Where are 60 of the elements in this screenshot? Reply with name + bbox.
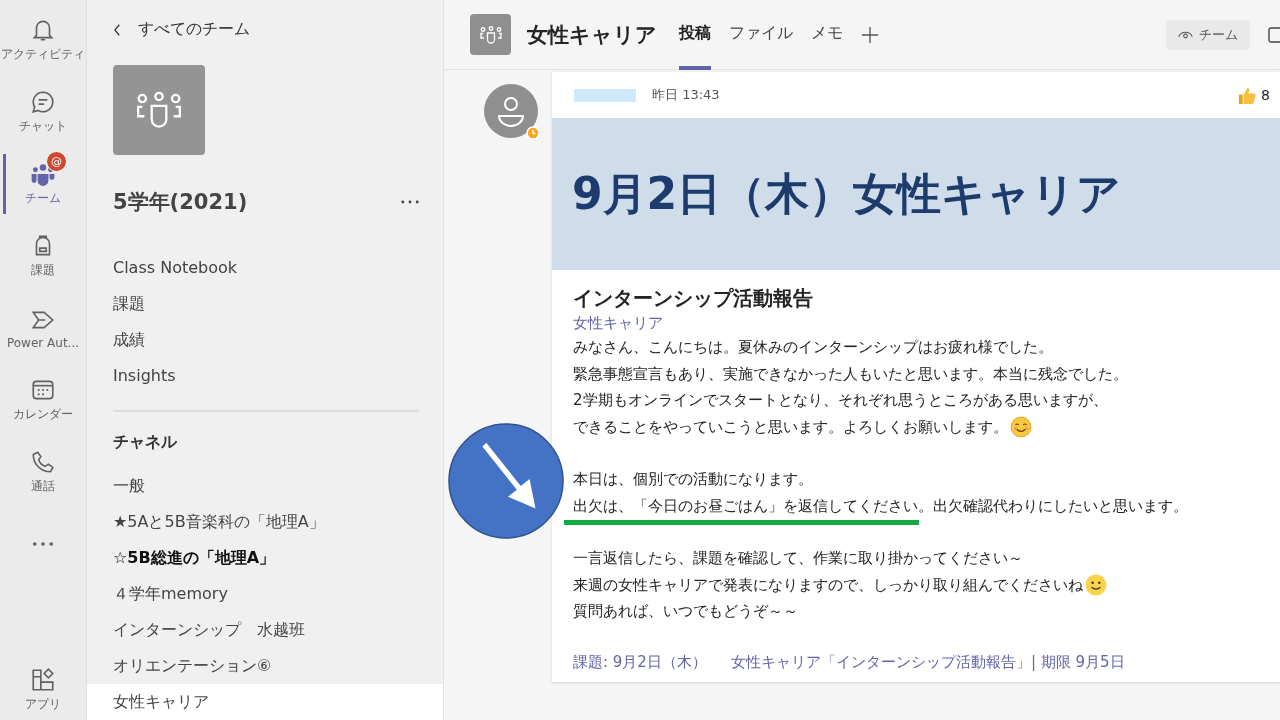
team-button[interactable]: チーム	[1166, 19, 1250, 50]
rail-item[interactable]: アクティビティ	[0, 4, 86, 76]
channel-item[interactable]: 一般	[87, 468, 443, 504]
channel-item[interactable]: ★5Aと5B音楽科の「地理A」	[87, 504, 443, 540]
rail-item[interactable]: 課題	[0, 220, 86, 292]
assignment-link[interactable]: 課題: 9月2日（木）	[573, 652, 707, 672]
section-heading: チャネル	[113, 431, 178, 453]
chat-icon	[30, 89, 56, 115]
team-name: 5学年(2021)	[113, 189, 249, 216]
message-line: 2学期もオンラインでスタートとなり、それぞれ思うところがある思いますが、	[573, 390, 1108, 411]
channel-item[interactable]: 女性キャリア	[87, 684, 443, 720]
channel-item[interactable]: インターンシップ 水越班	[87, 612, 443, 648]
assignment-link[interactable]: 女性キャリア「インターンシップ活動報告」| 期限 9月5日	[730, 652, 1125, 672]
team-link[interactable]: 成績	[113, 322, 443, 358]
phone-icon	[30, 449, 56, 475]
rail-item[interactable]: Power Aut...	[0, 292, 86, 364]
post-subject: インターンシップ活動報告	[573, 285, 814, 312]
people-icon	[134, 90, 184, 129]
back-icon	[113, 22, 122, 37]
like-count: 8	[1261, 87, 1270, 103]
user-avatar[interactable]	[484, 84, 538, 138]
message-line: 一言返信したら、課題を確認して、作業に取り掛かってください～	[573, 548, 1023, 569]
redaction-mark	[574, 88, 636, 102]
message-line: 出欠は、「今日のお昼ごはん」を返信してください。出欠確認代わりにしたいと思います。	[573, 495, 1188, 517]
away-status-icon	[526, 126, 540, 140]
smiling-face-icon	[1085, 573, 1107, 596]
tab[interactable]: メモ	[811, 0, 843, 70]
message-line: 本日は、個別での活動になります。	[573, 469, 813, 490]
rail-item[interactable]: 通話	[0, 436, 86, 508]
add-tab-icon[interactable]	[861, 25, 879, 44]
people-icon	[478, 25, 503, 44]
tab[interactable]: ファイル	[729, 0, 793, 70]
channel-link[interactable]: 女性キャリア	[573, 312, 1280, 334]
channel-item[interactable]: オリエンテーション⑥	[87, 648, 443, 684]
back-link[interactable]: すべてのチーム	[113, 19, 443, 41]
message-line: みなさん、こんにちは。夏休みのインターンシップはお疲れ様でした。	[573, 337, 1053, 358]
timestamp: 昨日 13:43	[652, 86, 720, 104]
smiling-face-icon	[1010, 415, 1032, 438]
rail-item[interactable]: アプリ	[0, 660, 86, 720]
eye-icon	[1178, 29, 1193, 40]
mention-badge: @	[46, 151, 67, 172]
team-link[interactable]: Class Notebook	[113, 250, 443, 286]
window-icon[interactable]	[1268, 26, 1280, 43]
message-line: 質問あれば、いつでもどうぞ～～	[573, 601, 798, 622]
rail-item[interactable]: カレンダー	[0, 364, 86, 436]
more-icon	[32, 541, 54, 547]
message-line: 来週の女性キャリアで発表になりますので、しっかり取り組んでくださいね	[573, 574, 1083, 596]
rail-item[interactable]: チャット	[0, 76, 86, 148]
message-line: できることをやっていこうと思います。よろしくお願いします。	[573, 416, 1008, 438]
apps-icon	[30, 667, 56, 693]
channel-item[interactable]: ４学年memory	[87, 576, 443, 612]
channel-item[interactable]: ☆5B総進の「地理A」	[87, 540, 443, 576]
message-line: 緊急事態宣言もあり、実施できなかった人もいたと思います。本当に残念でした。	[573, 363, 1128, 385]
rail-item[interactable]: @ チーム	[0, 148, 86, 220]
banner-title: 9月2日（木）女性キャリア	[572, 166, 1122, 221]
channel-title: 女性キャリア	[527, 21, 657, 49]
team-link[interactable]: 課題	[113, 286, 443, 322]
more-icon[interactable]	[401, 200, 419, 204]
team-link[interactable]: Insights	[113, 358, 443, 394]
thumbs-up-icon[interactable]	[1237, 85, 1257, 105]
